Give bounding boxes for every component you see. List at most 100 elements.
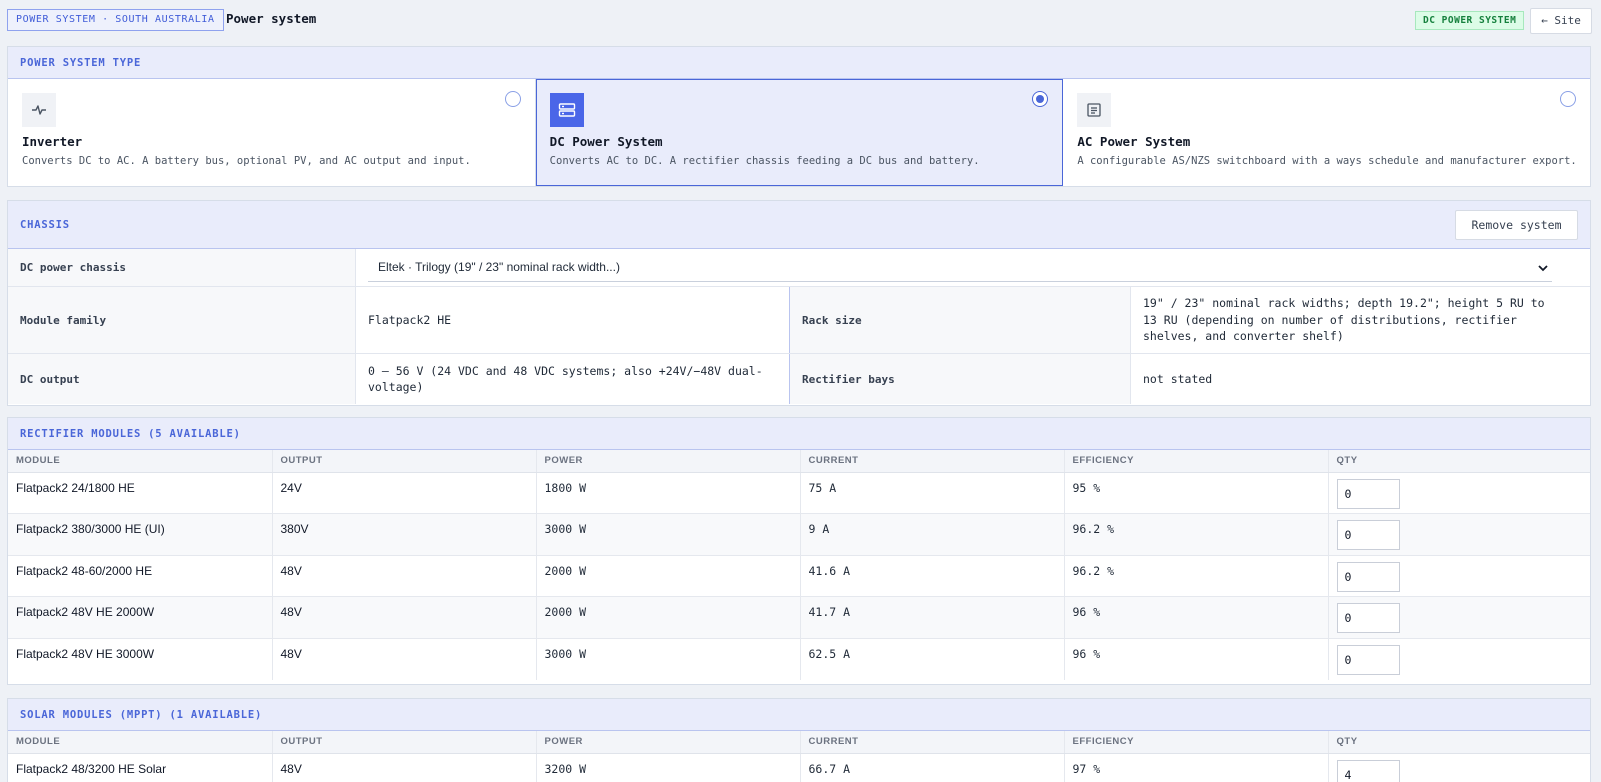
chevron-down-icon	[1536, 261, 1550, 280]
quantity-input[interactable]: 0	[1336, 520, 1400, 550]
power-system-type-panel: POWER SYSTEM TYPE Inverter Converts DC t…	[7, 46, 1591, 187]
column-header: POWER	[536, 731, 801, 754]
rack-size-value: 19" / 23" nominal rack widths; depth 19.…	[1143, 296, 1545, 344]
card-title: DC Power System	[549, 134, 663, 149]
module-power: 2000 W	[536, 596, 801, 639]
column-header: MODULE	[8, 731, 273, 754]
chassis-row: Module family Flatpack2 HE Rack size 19"…	[8, 287, 1590, 354]
column-header: MODULE	[8, 450, 273, 473]
quantity-input[interactable]: 0	[1336, 603, 1400, 633]
system-type-card-dc-power-system[interactable]: DC Power System Converts AC to DC. A rec…	[535, 79, 1064, 186]
module-output: 24V	[272, 472, 537, 514]
chassis-panel: CHASSIS Remove system DC power chassis E…	[7, 200, 1591, 406]
system-type-radio[interactable]	[1560, 91, 1577, 107]
module-name: Flatpack2 380/3000 HE (UI)	[8, 513, 273, 556]
card-description: Converts DC to AC. A battery bus, option…	[22, 155, 471, 167]
select-value: Eltek · Trilogy (19" / 23" nominal rack …	[378, 259, 620, 274]
dc-output-value: 0 – 56 V (24 VDC and 48 VDC systems; als…	[356, 354, 790, 404]
card-description: A configurable AS/NZS switchboard with a…	[1077, 155, 1577, 167]
top-bar: POWER SYSTEM · SOUTH AUSTRALIA Power sys…	[0, 0, 1601, 40]
module-efficiency: 95 %	[1064, 472, 1329, 514]
pulse-icon	[22, 93, 56, 127]
section-title: CHASSIS	[20, 219, 70, 231]
table-header-row: MODULE OUTPUT POWER CURRENT EFFICIENCY Q…	[8, 731, 1590, 754]
solar-modules-panel: SOLAR MODULES (MPPT) (1 AVAILABLE) MODUL…	[7, 698, 1591, 782]
quantity-input[interactable]: 4	[1336, 759, 1400, 782]
column-header: CURRENT	[800, 450, 1065, 473]
table-row: Flatpack2 48V HE 3000W 48V 3000 W 62.5 A…	[8, 638, 1590, 680]
section-title: POWER SYSTEM TYPE	[20, 57, 142, 69]
breadcrumb[interactable]: POWER SYSTEM · SOUTH AUSTRALIA	[7, 9, 224, 31]
column-header: QTY	[1328, 731, 1590, 754]
quantity-input[interactable]: 0	[1336, 561, 1400, 592]
module-current: 41.6 A	[800, 555, 1065, 597]
column-header: OUTPUT	[272, 731, 537, 754]
column-header: CURRENT	[800, 731, 1065, 754]
module-power: 2000 W	[536, 555, 801, 597]
status-badge: DC POWER SYSTEM	[1415, 11, 1525, 30]
qty-cell: 0	[1328, 513, 1590, 556]
system-type-card-ac-power-system[interactable]: AC Power System A configurable AS/NZS sw…	[1063, 79, 1591, 186]
column-header: EFFICIENCY	[1064, 450, 1329, 473]
card-description: Converts AC to DC. A rectifier chassis f…	[549, 155, 980, 167]
module-current: 62.5 A	[800, 638, 1065, 680]
solar-modules-table: MODULE OUTPUT POWER CURRENT EFFICIENCY Q…	[8, 731, 1590, 782]
chassis-select-cell: Eltek · Trilogy (19" / 23" nominal rack …	[356, 249, 1552, 286]
table-row: Flatpack2 24/1800 HE 24V 1800 W 75 A 95 …	[8, 472, 1590, 514]
chassis-row: DC output 0 – 56 V (24 VDC and 48 VDC sy…	[8, 354, 1590, 404]
module-output: 48V	[272, 596, 537, 639]
dc-power-chassis-select[interactable]: Eltek · Trilogy (19" / 23" nominal rack …	[368, 254, 1552, 282]
module-current: 75 A	[800, 472, 1065, 514]
module-efficiency: 96.2 %	[1064, 513, 1329, 556]
switchboard-icon	[1077, 93, 1112, 127]
rectifier-modules-panel: RECTIFIER MODULES (5 AVAILABLE) MODULE O…	[7, 417, 1591, 685]
module-name: Flatpack2 48V HE 2000W	[8, 596, 273, 639]
module-name: Flatpack2 48V HE 3000W	[8, 638, 273, 680]
table-row: Flatpack2 48V HE 2000W 48V 2000 W 41.7 A…	[8, 596, 1590, 639]
back-to-site-button[interactable]: ← Site	[1530, 8, 1592, 34]
qty-cell: 0	[1328, 555, 1590, 597]
qty-cell: 4	[1328, 753, 1590, 782]
column-header: OUTPUT	[272, 450, 537, 473]
rectifier-bays-value: not stated	[1143, 371, 1213, 386]
table-row: Flatpack2 380/3000 HE (UI) 380V 3000 W 9…	[8, 513, 1590, 556]
module-efficiency: 96 %	[1064, 638, 1329, 680]
system-type-card-inverter[interactable]: Inverter Converts DC to AC. A battery bu…	[8, 79, 536, 186]
table-header-row: MODULE OUTPUT POWER CURRENT EFFICIENCY Q…	[8, 450, 1590, 473]
module-family-value: Flatpack2 HE	[356, 287, 790, 353]
remove-system-button[interactable]: Remove system	[1455, 210, 1578, 240]
system-type-radio[interactable]	[504, 91, 521, 107]
module-family-label: Module family	[8, 287, 356, 353]
column-header: EFFICIENCY	[1064, 731, 1329, 754]
table-row: Flatpack2 48-60/2000 HE 48V 2000 W 41.6 …	[8, 555, 1590, 597]
chassis-row: DC power chassis Eltek · Trilogy (19" / …	[8, 249, 1590, 287]
qty-cell: 0	[1328, 472, 1590, 514]
server-rack-icon	[549, 93, 584, 127]
section-title: RECTIFIER MODULES (5 AVAILABLE)	[20, 428, 241, 440]
module-power: 3200 W	[536, 753, 801, 782]
qty-cell: 0	[1328, 638, 1590, 680]
dc-output-label: DC output	[8, 354, 356, 404]
quantity-input[interactable]: 0	[1336, 478, 1400, 509]
table-row: Flatpack2 48/3200 HE Solar 48V 3200 W 66…	[8, 753, 1590, 782]
module-power: 3000 W	[536, 638, 801, 680]
card-title: AC Power System	[1077, 134, 1191, 149]
section-title: SOLAR MODULES (MPPT) (1 AVAILABLE)	[20, 709, 263, 721]
section-header: SOLAR MODULES (MPPT) (1 AVAILABLE)	[8, 699, 1590, 731]
system-type-radio[interactable]	[1032, 91, 1049, 107]
dc-power-chassis-label: DC power chassis	[8, 249, 356, 286]
rack-size-label: Rack size	[790, 287, 1131, 353]
module-output: 380V	[272, 513, 537, 556]
module-power: 1800 W	[536, 472, 801, 514]
rectifier-bays-label: Rectifier bays	[790, 354, 1131, 404]
module-power: 3000 W	[536, 513, 801, 556]
module-output: 48V	[272, 638, 537, 680]
module-output: 48V	[272, 555, 537, 597]
rectifier-modules-table: MODULE OUTPUT POWER CURRENT EFFICIENCY Q…	[8, 450, 1590, 680]
module-current: 41.7 A	[800, 596, 1065, 639]
module-efficiency: 96 %	[1064, 596, 1329, 639]
quantity-input[interactable]: 0	[1336, 644, 1400, 675]
module-name: Flatpack2 48-60/2000 HE	[8, 555, 273, 597]
card-title: Inverter	[22, 134, 83, 149]
module-name: Flatpack2 48/3200 HE Solar	[8, 753, 273, 782]
